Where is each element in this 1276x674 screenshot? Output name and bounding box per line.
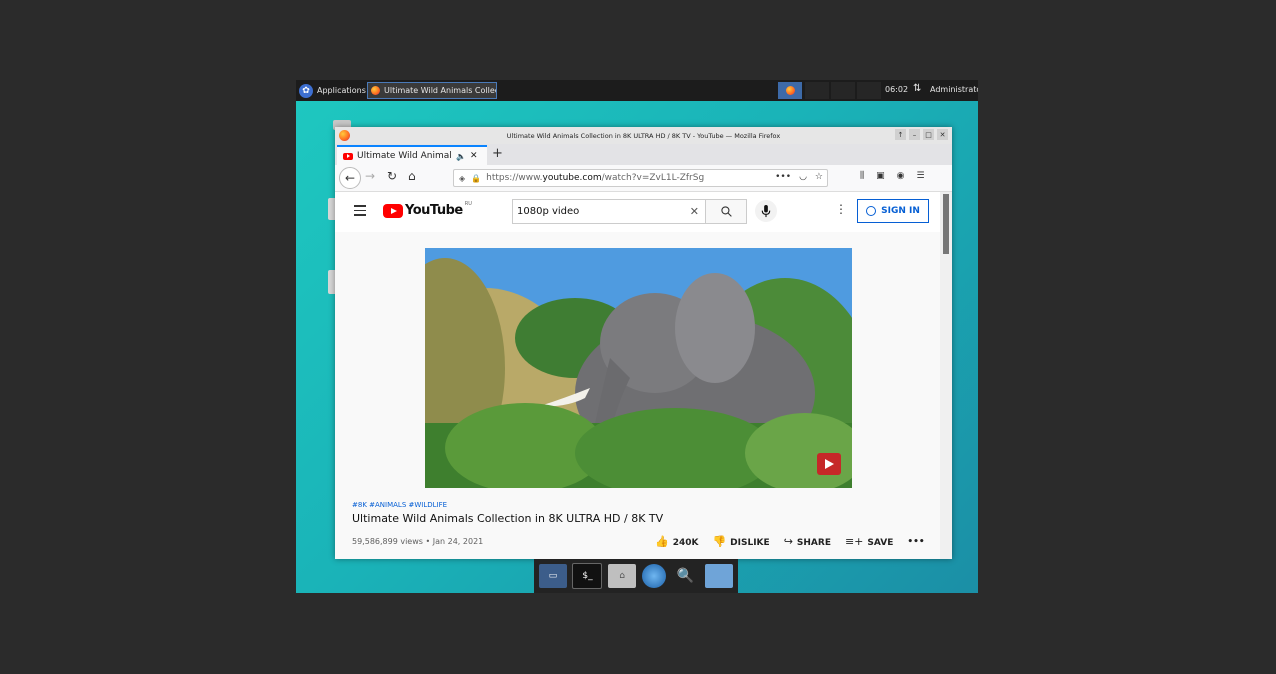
video-title: Ultimate Wild Animals Collection in 8K U… — [352, 512, 664, 525]
page-scrollbar[interactable] — [940, 192, 952, 559]
account-circle-icon — [866, 206, 877, 216]
video-player[interactable] — [425, 248, 852, 488]
workspace-3[interactable] — [831, 82, 855, 99]
terminal-icon[interactable]: $_ — [572, 563, 603, 589]
settings-kebab-icon[interactable]: ⋮ — [835, 202, 847, 216]
home-button[interactable]: ⌂ — [408, 169, 416, 183]
share-label: SHARE — [796, 538, 831, 548]
search-button[interactable] — [706, 199, 747, 224]
window-title: Ultimate Wild Animals Collection in 8K U… — [506, 131, 781, 140]
window-up-icon[interactable]: ↑ — [895, 129, 906, 140]
video-meta: #8K #ANIMALS #WILDLIFE Ultimate Wild Ani… — [352, 501, 932, 525]
speaker-icon[interactable]: 🔈 — [456, 152, 466, 161]
url-path: /watch?v=ZvL1L-ZfrSg — [601, 173, 705, 183]
reload-button[interactable]: ↻ — [387, 169, 397, 183]
playlist-add-icon: ≡+ — [844, 535, 864, 548]
back-button[interactable]: ← — [339, 167, 361, 189]
url-domain: youtube.com — [542, 173, 602, 183]
minimize-icon[interactable]: – — [909, 129, 920, 140]
xfce-logo-icon: ✿ — [299, 83, 313, 98]
lock-icon[interactable]: 🔒 — [471, 174, 481, 183]
search-input[interactable]: 1080p video ✕ — [512, 199, 706, 224]
video-stats: 59,586,899 views • Jan 24, 2021 — [352, 537, 484, 546]
tab-label: Ultimate Wild Animals — [357, 151, 452, 161]
new-tab-button[interactable]: + — [492, 146, 503, 161]
clear-search-icon[interactable]: ✕ — [690, 205, 699, 218]
dislike-button[interactable]: 👎 DISLIKE — [712, 535, 769, 548]
files-folder-icon[interactable] — [705, 564, 734, 588]
home-folder-icon[interactable]: ⌂ — [608, 564, 637, 588]
url-bar[interactable]: ◈ 🔒 https://www.youtube.com/watch?v=ZvL1… — [453, 169, 828, 187]
workspace-2[interactable] — [805, 82, 829, 99]
taskbar-item-firefox[interactable]: Ultimate Wild Animals Collecti… — [367, 82, 497, 99]
window-titlebar[interactable]: Ultimate Wild Animals Collection in 8K U… — [335, 127, 952, 144]
firefox-icon — [339, 130, 350, 141]
forward-button[interactable]: → — [365, 169, 375, 183]
maximize-icon[interactable]: □ — [923, 129, 934, 140]
applications-menu[interactable]: ✿ Applications — [299, 82, 366, 99]
scrollbar-thumb[interactable] — [943, 194, 949, 254]
hamburger-menu-icon[interactable] — [354, 205, 366, 219]
tab-youtube[interactable]: Ultimate Wild Animals 🔈 ✕ — [337, 145, 487, 165]
video-hashtags[interactable]: #8K #ANIMALS #WILDLIFE — [352, 501, 932, 509]
youtube-logo[interactable]: YouTube RU — [383, 201, 472, 218]
firefox-window: Ultimate Wild Animals Collection in 8K U… — [335, 127, 952, 559]
library-icon[interactable]: ⫼ — [860, 171, 864, 181]
sign-in-label: SIGN IN — [881, 206, 920, 216]
page-actions-icon[interactable]: ••• — [775, 172, 791, 182]
thumbs-up-icon: 👍 — [655, 535, 669, 548]
country-code: RU — [464, 201, 472, 207]
thumbs-down-icon: 👎 — [712, 535, 727, 548]
pocket-icon[interactable]: ◡ — [799, 172, 807, 182]
desktop: ✿ Applications Ultimate Wild Animals Col… — [296, 80, 978, 593]
elephant-video-frame — [425, 248, 852, 488]
account-icon[interactable]: ◉ — [897, 171, 905, 181]
youtube-header: YouTube RU 1080p video ✕ ⋮ SIGN IN — [335, 192, 940, 232]
voice-search-button[interactable] — [755, 200, 777, 222]
bookmark-star-icon[interactable]: ☆ — [815, 172, 823, 182]
workspace-1[interactable] — [778, 82, 802, 99]
tab-strip: Ultimate Wild Animals 🔈 ✕ + — [335, 144, 952, 165]
clock[interactable]: 06:02 — [885, 85, 908, 94]
like-button[interactable]: 👍 240K — [655, 535, 698, 548]
nav-toolbar: ← → ↻ ⌂ ◈ 🔒 https://www.youtube.com/watc… — [335, 165, 952, 192]
network-icon[interactable]: ⇅ — [913, 83, 921, 94]
user-menu[interactable]: Administrator — [930, 85, 978, 94]
menu-icon[interactable]: ☰ — [917, 171, 925, 181]
workspace-switcher[interactable] — [805, 82, 881, 99]
share-button[interactable]: ↪ SHARE — [784, 535, 831, 548]
url-text[interactable]: https://www.youtube.com/watch?v=ZvL1L-Zf… — [486, 173, 704, 183]
top-panel: ✿ Applications Ultimate Wild Animals Col… — [296, 80, 978, 101]
dock: ▭ $_ ⌂ 🔍 — [534, 559, 738, 593]
close-icon[interactable]: ✕ — [937, 129, 948, 140]
microphone-icon — [761, 204, 771, 217]
save-button[interactable]: ≡+ SAVE — [845, 535, 893, 548]
url-prefix: https://www. — [486, 173, 543, 183]
youtube-page: YouTube RU 1080p video ✕ ⋮ SIGN IN #8K #… — [335, 192, 940, 559]
firefox-icon — [371, 86, 380, 95]
tracking-shield-icon[interactable]: ◈ — [459, 174, 465, 183]
share-icon: ↪ — [783, 535, 793, 548]
web-browser-icon[interactable] — [641, 564, 666, 588]
search-app-icon[interactable]: 🔍 — [671, 564, 699, 588]
youtube-logo-text: YouTube — [405, 203, 463, 218]
save-label: SAVE — [867, 538, 894, 548]
youtube-favicon-icon — [343, 152, 353, 160]
more-actions-button[interactable]: ••• — [907, 537, 924, 547]
firefox-icon — [785, 86, 795, 95]
sign-in-button[interactable]: SIGN IN — [857, 199, 929, 223]
workspace-4[interactable] — [857, 82, 881, 99]
applications-label: Applications — [317, 86, 366, 95]
tab-close-icon[interactable]: ✕ — [470, 151, 478, 161]
video-actions: 👍 240K 👎 DISLIKE ↪ SHARE ≡+ SAVE ••• — [655, 535, 925, 548]
show-desktop-icon[interactable]: ▭ — [538, 564, 567, 588]
sidebar-icon[interactable]: ▣ — [876, 171, 885, 181]
youtube-play-icon — [383, 203, 403, 218]
taskbar-item-label: Ultimate Wild Animals Collecti… — [384, 86, 496, 95]
like-count: 240K — [672, 538, 699, 548]
search-query[interactable]: 1080p video — [517, 206, 690, 217]
dislike-label: DISLIKE — [730, 538, 770, 548]
search-icon — [720, 206, 732, 217]
